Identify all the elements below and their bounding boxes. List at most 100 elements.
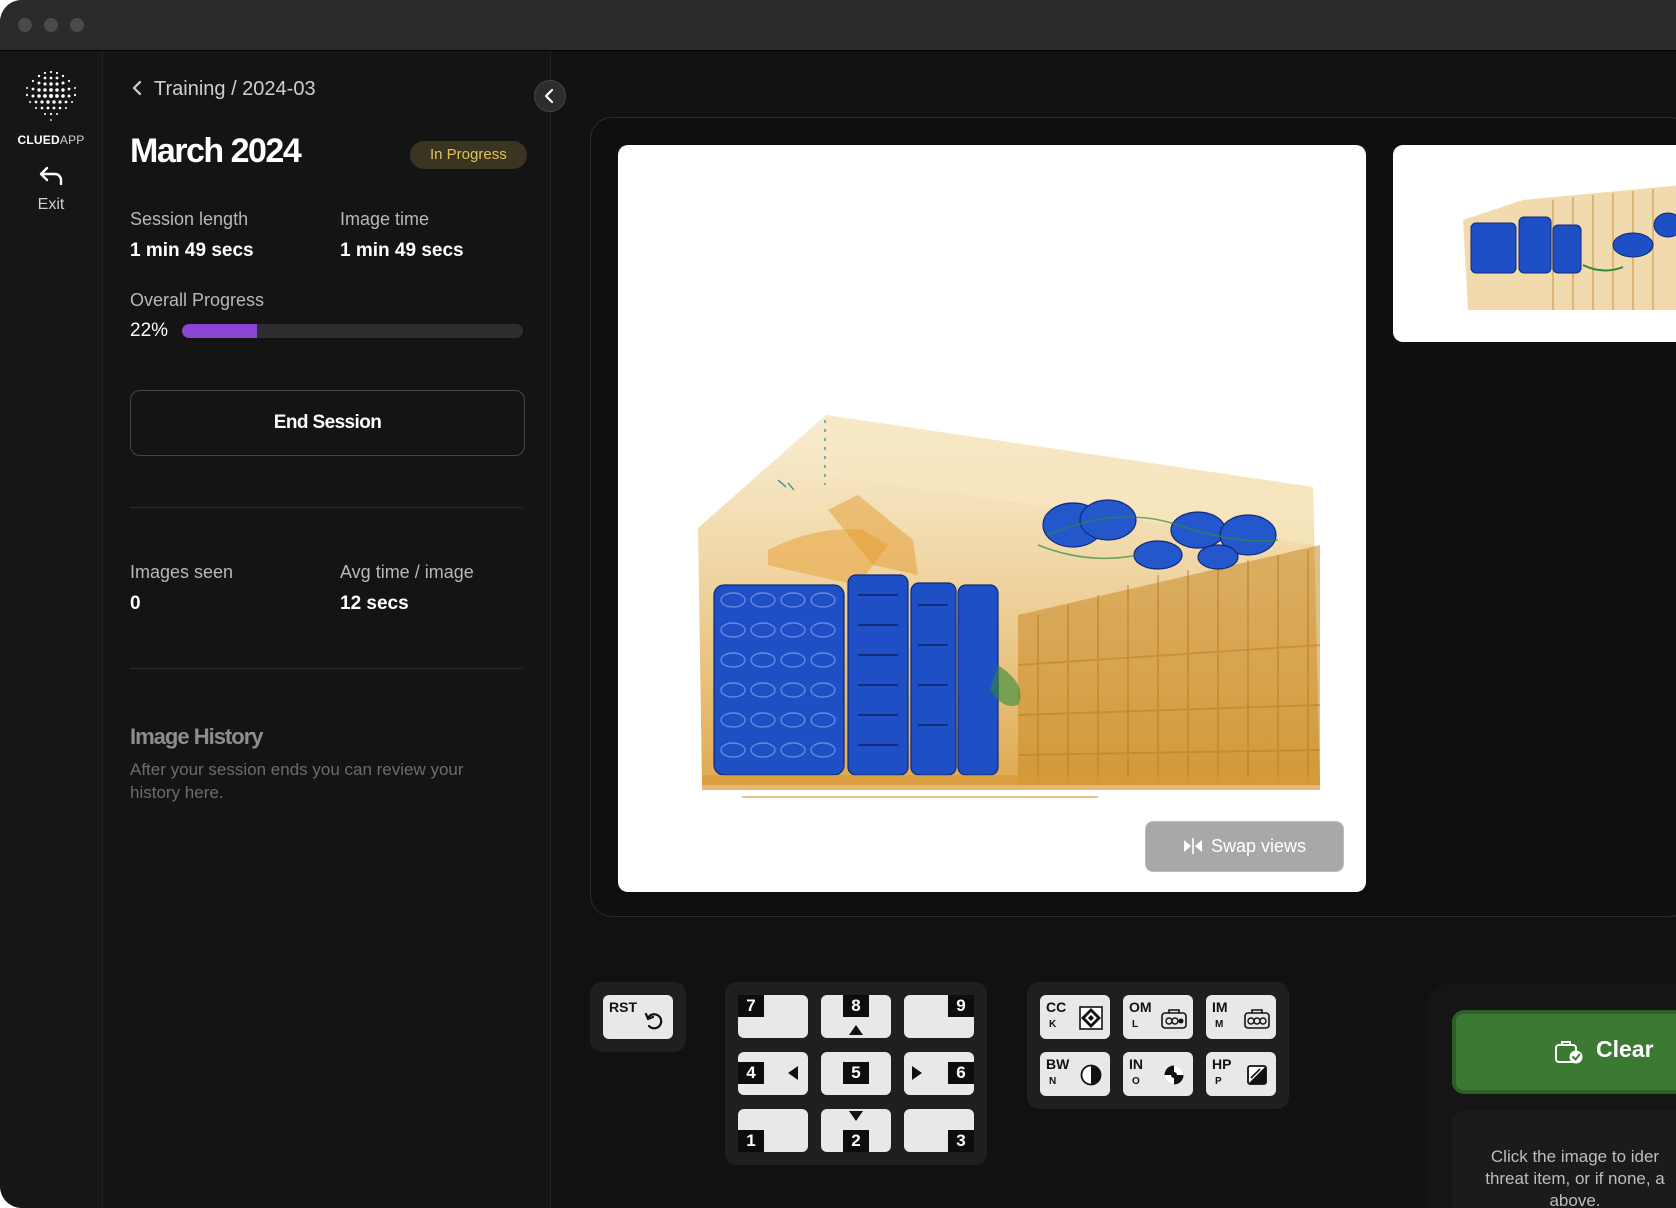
arrow-up-icon bbox=[849, 1025, 863, 1035]
filter-key-code: IN bbox=[1129, 1056, 1143, 1072]
image-history-description: After your session ends you can review y… bbox=[130, 760, 464, 802]
xray-scan-image bbox=[698, 415, 1321, 798]
session-title: March 2024 bbox=[130, 132, 302, 170]
arrow-left-icon bbox=[788, 1066, 798, 1080]
bag-check-icon bbox=[1555, 1041, 1583, 1064]
filter-key-shortcut: P bbox=[1215, 1076, 1222, 1087]
progress-bar-fill bbox=[182, 324, 258, 338]
divider bbox=[130, 507, 523, 508]
invert-icon bbox=[1164, 1065, 1184, 1085]
filter-key-om[interactable]: OM L bbox=[1123, 995, 1193, 1039]
clear-button-label: Clear bbox=[1596, 1036, 1654, 1062]
clear-button[interactable]: Clear bbox=[1452, 1010, 1676, 1094]
numpad-key-4[interactable]: 4 bbox=[738, 1052, 808, 1095]
filter-key-code: HP bbox=[1212, 1056, 1232, 1072]
progress-bar bbox=[182, 324, 523, 338]
numpad-key-1[interactable]: 1 bbox=[738, 1109, 808, 1152]
status-badge: In Progress bbox=[410, 141, 527, 169]
reset-key-panel: RST bbox=[590, 982, 686, 1052]
swap-views-icon bbox=[1183, 838, 1202, 854]
numpad-panel: 7 8 9 4 5 6 1 2 3 bbox=[725, 982, 987, 1165]
key-number: 8 bbox=[843, 995, 869, 1017]
image-filter-panel: CC K OM L IM M BW N IN O HP P bbox=[1027, 982, 1289, 1109]
half-circle-icon bbox=[1080, 1064, 1102, 1086]
collapse-panel-button[interactable] bbox=[534, 80, 566, 112]
app-logo-icon bbox=[25, 70, 77, 121]
images-seen-label: Images seen bbox=[130, 562, 234, 582]
window-close-dot[interactable] bbox=[18, 18, 32, 32]
numpad-key-3[interactable]: 3 bbox=[904, 1109, 974, 1152]
app-window: CLUEDAPP Exit Training / 2024-03 March 2… bbox=[0, 0, 1676, 1208]
key-number: 6 bbox=[948, 1062, 974, 1084]
filter-key-cc[interactable]: CC K bbox=[1040, 995, 1110, 1039]
exit-label: Exit bbox=[37, 196, 65, 213]
instruction-text: Click the image to ider threat item, or … bbox=[1460, 1146, 1676, 1208]
filter-key-im[interactable]: IM M bbox=[1206, 995, 1276, 1039]
high-pass-icon bbox=[1247, 1065, 1267, 1085]
xray-main-view[interactable] bbox=[618, 145, 1366, 892]
key-number: 4 bbox=[738, 1062, 764, 1084]
filter-key-shortcut: O bbox=[1132, 1076, 1140, 1087]
avg-time-label: Avg time / image bbox=[340, 562, 474, 582]
progress-percent: 22% bbox=[130, 320, 169, 341]
filter-key-shortcut: N bbox=[1049, 1076, 1057, 1087]
key-number: 3 bbox=[948, 1130, 974, 1152]
avg-time-value: 12 secs bbox=[340, 593, 409, 614]
swap-views-button[interactable]: Swap views bbox=[1145, 821, 1344, 872]
instruction-line: threat item, or if none, a bbox=[1485, 1169, 1665, 1188]
filter-key-hp[interactable]: HP P bbox=[1206, 1052, 1276, 1096]
window-minimize-dot[interactable] bbox=[44, 18, 58, 32]
numpad-key-9[interactable]: 9 bbox=[904, 995, 974, 1038]
chevron-left-icon bbox=[132, 80, 142, 96]
rotate-ccw-icon bbox=[644, 1012, 663, 1030]
filter-key-shortcut: K bbox=[1049, 1019, 1057, 1030]
xray-side-view-image bbox=[1463, 185, 1676, 310]
instruction-line: above. bbox=[1549, 1191, 1601, 1208]
numpad-key-8[interactable]: 8 bbox=[821, 995, 891, 1038]
numpad-key-7[interactable]: 7 bbox=[738, 995, 808, 1038]
swap-views-label: Swap views bbox=[1210, 836, 1307, 856]
reset-key[interactable]: RST bbox=[603, 995, 673, 1039]
filter-key-in[interactable]: IN O bbox=[1123, 1052, 1193, 1096]
divider bbox=[130, 668, 523, 669]
image-time-label: Image time bbox=[340, 209, 430, 229]
session-length-label: Session length bbox=[130, 209, 249, 229]
reset-key-label: RST bbox=[609, 999, 637, 1015]
filter-key-bw[interactable]: BW N bbox=[1040, 1052, 1110, 1096]
instruction-line: Click the image to ider bbox=[1490, 1147, 1660, 1166]
key-number: 5 bbox=[843, 1062, 869, 1084]
filter-key-shortcut: L bbox=[1132, 1019, 1139, 1030]
overall-progress-label: Overall Progress bbox=[130, 290, 265, 310]
key-number: 2 bbox=[843, 1130, 869, 1152]
exit-arrow-icon bbox=[39, 166, 63, 186]
numpad-key-5[interactable]: 5 bbox=[821, 1052, 891, 1095]
session-length-value: 1 min 49 secs bbox=[130, 240, 254, 261]
chevron-left-icon bbox=[544, 88, 554, 104]
title-bar bbox=[0, 0, 1676, 51]
image-time-value: 1 min 49 secs bbox=[340, 240, 464, 261]
app-logo-text: CLUEDAPP bbox=[0, 133, 102, 147]
logo-word-light: APP bbox=[59, 133, 85, 147]
numpad-key-6[interactable]: 6 bbox=[904, 1052, 974, 1095]
end-session-button[interactable]: End Session bbox=[130, 390, 525, 456]
arrow-right-icon bbox=[912, 1066, 922, 1080]
images-seen-value: 0 bbox=[130, 593, 141, 614]
filter-key-code: BW bbox=[1046, 1056, 1070, 1072]
logo-word-bold: CLUED bbox=[17, 133, 60, 147]
key-number: 9 bbox=[948, 995, 974, 1017]
arrow-down-icon bbox=[849, 1111, 863, 1121]
filter-key-shortcut: M bbox=[1215, 1019, 1224, 1030]
image-history-title: Image History bbox=[130, 724, 263, 749]
breadcrumb-text: Training / 2024-03 bbox=[154, 78, 316, 100]
filter-key-code: IM bbox=[1212, 999, 1228, 1015]
numpad-key-2[interactable]: 2 bbox=[821, 1109, 891, 1152]
window-zoom-dot[interactable] bbox=[70, 18, 84, 32]
bag-organic-icon bbox=[1161, 1009, 1187, 1029]
xray-side-view-thumbnail[interactable] bbox=[1393, 145, 1676, 342]
filter-key-code: OM bbox=[1129, 999, 1152, 1015]
key-number: 1 bbox=[738, 1130, 764, 1152]
exit-button[interactable]: Exit bbox=[22, 165, 80, 227]
contrast-diamond-icon bbox=[1079, 1006, 1103, 1030]
breadcrumb[interactable]: Training / 2024-03 bbox=[130, 78, 316, 101]
bag-inorganic-icon bbox=[1244, 1009, 1270, 1029]
